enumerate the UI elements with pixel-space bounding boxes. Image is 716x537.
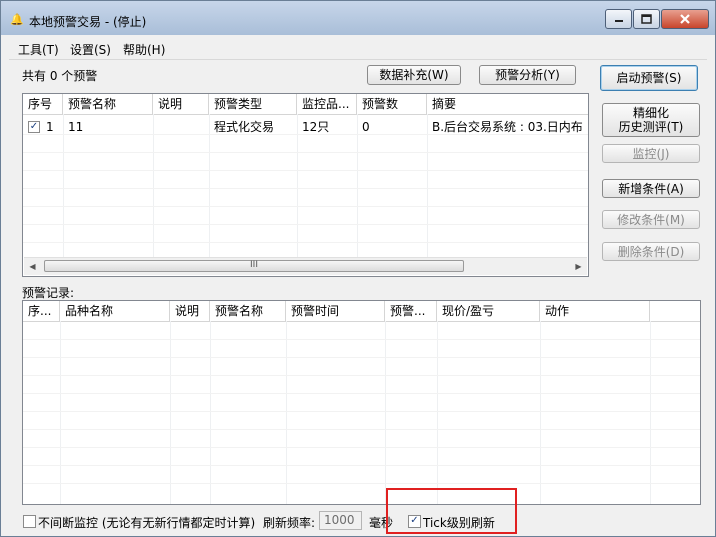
row-description: [153, 118, 209, 136]
col-price-pnl[interactable]: 现价/盈亏: [437, 301, 540, 321]
menu-help[interactable]: 帮助(H): [123, 41, 165, 58]
menu-bar: 工具(T) 设置(S) 帮助(H): [9, 38, 707, 60]
monitor-button[interactable]: 监控(J): [602, 144, 700, 163]
close-icon: [680, 14, 690, 24]
row-index: 1: [46, 120, 54, 134]
row-checkbox[interactable]: ✓: [28, 121, 40, 133]
bell-icon: 🔔: [10, 13, 24, 26]
alerts-table: 序号 预警名称 说明 预警类型 监控品... 预警数 摘要 ✓ 1 11 程式化…: [22, 93, 589, 277]
alert-analysis-button[interactable]: 预警分析(Y): [479, 65, 576, 85]
scroll-thumb[interactable]: III: [44, 260, 464, 272]
records-label: 预警记录:: [22, 286, 75, 300]
refresh-rate-label: 刷新频率:: [263, 516, 316, 530]
col-record-alert-name[interactable]: 预警名称: [210, 301, 286, 321]
data-supplement-button[interactable]: 数据补充(W): [367, 65, 461, 85]
scroll-right-icon[interactable]: ▶: [570, 258, 587, 275]
horizontal-scrollbar[interactable]: ◀ III ▶: [24, 257, 587, 275]
row-summary: B.后台交易系统 : 03.日内布: [432, 120, 583, 134]
highlight-box: [386, 488, 517, 534]
minimize-button[interactable]: [605, 9, 632, 29]
col-product-name[interactable]: 品种名称: [60, 301, 170, 321]
maximize-button[interactable]: [633, 9, 660, 29]
title-bar[interactable]: 🔔 本地预警交易 - (停止): [1, 1, 715, 35]
add-condition-button[interactable]: 新增条件(A): [602, 179, 700, 198]
modify-condition-button[interactable]: 修改条件(M): [602, 210, 700, 229]
col-alert-count[interactable]: 预警数: [357, 94, 427, 114]
col-description[interactable]: 说明: [153, 94, 209, 114]
row-alert-type: 程式化交易: [214, 120, 275, 134]
records-table: 序... 品种名称 说明 预警名称 预警时间 预警... 现价/盈亏 动作: [22, 300, 701, 505]
col-record-index[interactable]: 序...: [23, 301, 60, 321]
start-alert-button[interactable]: 启动预警(S): [600, 65, 698, 91]
col-monitor-products[interactable]: 监控品...: [297, 94, 357, 114]
menu-settings[interactable]: 设置(S): [70, 41, 111, 58]
col-action[interactable]: 动作: [540, 301, 650, 321]
maximize-icon: [641, 14, 652, 24]
alerts-table-header: 序号 预警名称 说明 预警类型 监控品... 预警数 摘要: [23, 94, 588, 115]
row-alert-count: 0: [362, 120, 370, 134]
continuous-monitor-checkbox[interactable]: [23, 515, 36, 528]
refine-backtest-line2: 历史测评(T): [618, 120, 684, 134]
window-title: 本地预警交易 - (停止): [29, 15, 147, 29]
refresh-rate-input[interactable]: 1000: [319, 511, 362, 530]
alert-window: 🔔 本地预警交易 - (停止) 工具(T) 设置(S) 帮助(H) 共有 0 个…: [0, 0, 716, 537]
col-alert-type[interactable]: 预警类型: [209, 94, 297, 114]
records-table-header: 序... 品种名称 说明 预警名称 预警时间 预警... 现价/盈亏 动作: [23, 301, 700, 322]
alert-count-label: 共有 0 个预警: [22, 69, 98, 83]
col-alert-time[interactable]: 预警时间: [286, 301, 385, 321]
col-record-alert[interactable]: 预警...: [385, 301, 437, 321]
continuous-monitor-label: 不间断监控 (无论有无新行情都定时计算): [38, 516, 256, 530]
row-alert-name: 11: [68, 120, 84, 134]
delete-condition-button[interactable]: 删除条件(D): [602, 242, 700, 261]
menu-tools[interactable]: 工具(T): [18, 41, 59, 58]
refine-backtest-line1: 精细化: [632, 106, 669, 120]
close-button[interactable]: [661, 9, 709, 29]
minimize-icon: [614, 20, 623, 22]
col-alert-name[interactable]: 预警名称: [63, 94, 153, 114]
col-index[interactable]: 序号: [23, 94, 63, 114]
col-record-description[interactable]: 说明: [170, 301, 210, 321]
refine-backtest-button[interactable]: 精细化 历史测评(T): [602, 103, 700, 137]
scroll-left-icon[interactable]: ◀: [24, 258, 41, 275]
col-summary[interactable]: 摘要: [427, 94, 588, 114]
row-monitor-products: 12只: [302, 120, 330, 134]
